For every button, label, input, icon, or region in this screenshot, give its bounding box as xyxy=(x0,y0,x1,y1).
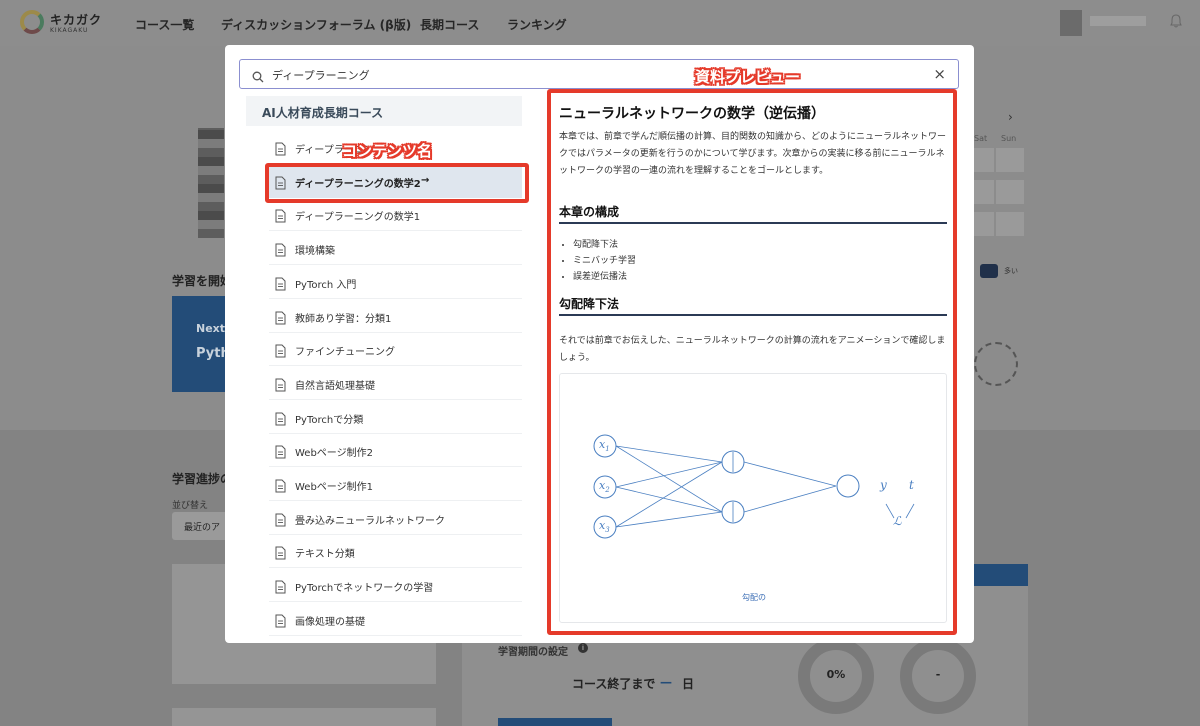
document-icon xyxy=(275,208,286,223)
content-item-label: 畳み込みニューラルネットワーク xyxy=(295,515,445,527)
document-icon xyxy=(275,141,286,156)
content-list-item[interactable]: 自然言語処理基礎 xyxy=(269,367,522,400)
calendar-next-icon[interactable]: › xyxy=(1008,110,1013,124)
progress-heading: 学習進捗の xyxy=(172,472,233,486)
study-period-label: 学習期間の設定 xyxy=(498,647,568,658)
content-item-label: PyTorchでネットワークの学習 xyxy=(295,583,434,595)
course-end-days: — xyxy=(660,675,672,689)
content-item-label: テキスト分類 xyxy=(295,549,355,561)
info-icon[interactable]: i xyxy=(578,643,588,653)
search-bar[interactable]: ディープラーニング × xyxy=(239,59,959,89)
course-thumbnail[interactable] xyxy=(172,708,436,726)
document-icon xyxy=(275,613,286,628)
progress-ring-value: 0% xyxy=(826,668,846,681)
document-icon xyxy=(275,444,286,459)
study-settings-header xyxy=(974,564,1028,586)
document-icon xyxy=(275,579,286,594)
top-bar: キカガク KIKAGAKU コース一覧 ディスカッションフォーラム (β版) 長… xyxy=(0,0,1200,46)
content-item-label: PyTorch 入門 xyxy=(295,279,357,291)
day-of-week: Sat xyxy=(974,134,988,143)
profile-avatar xyxy=(198,128,224,238)
content-item-label: PyTorchで分類 xyxy=(295,414,364,426)
content-item-label: 画像処理の基礎 xyxy=(295,616,365,628)
document-icon xyxy=(275,343,286,358)
preview-highlight xyxy=(547,89,957,635)
document-icon xyxy=(275,310,286,324)
content-item-label: 環境構築 xyxy=(295,246,335,258)
legend-more-label: 多い xyxy=(1004,267,1018,275)
document-icon xyxy=(275,478,286,493)
logo-text[interactable]: キカガク xyxy=(50,11,102,28)
content-item-label: ディープラーニングの数学1 xyxy=(295,212,421,224)
sort-select[interactable]: 最近のア xyxy=(172,512,230,540)
start-heading: 学習を開始 xyxy=(172,274,233,288)
user-avatar[interactable] xyxy=(1060,10,1082,36)
content-list-item[interactable]: ディープラーニングの数学1 xyxy=(269,198,522,232)
content-item-label: ファインチューニング xyxy=(295,347,395,359)
document-icon xyxy=(275,377,286,392)
user-name[interactable] xyxy=(1090,16,1146,26)
document-icon xyxy=(275,411,286,426)
content-item-label: Webページ制作2 xyxy=(295,448,373,460)
content-item-label: Webページ制作1 xyxy=(295,482,373,493)
content-name-annotation: コンテンツ名 xyxy=(342,142,433,160)
document-icon xyxy=(275,242,286,257)
course-end-label: コース終了まで xyxy=(572,677,656,691)
calendar-cell xyxy=(996,148,1024,172)
settings-button[interactable] xyxy=(498,718,612,726)
nav-course-list[interactable]: コース一覧 xyxy=(135,16,194,33)
course-group-header: AI人材育成長期コース xyxy=(246,96,522,126)
content-list-item[interactable]: ファインチューニング xyxy=(269,333,522,367)
close-icon[interactable]: × xyxy=(933,65,946,83)
content-item-label: 教師あり学習：分類1 xyxy=(295,313,392,325)
sort-select-value: 最近のア xyxy=(184,523,221,533)
content-list-item[interactable]: 教師あり学習：分類1 xyxy=(269,300,522,333)
calendar-cell xyxy=(996,180,1024,204)
content-list-item[interactable]: PyTorchで分類 xyxy=(269,401,522,434)
content-name-highlight xyxy=(265,163,529,203)
course-end-unit: 日 xyxy=(682,677,695,691)
preview-annotation: 資料プレビュー xyxy=(695,68,801,86)
nav-long-term-course[interactable]: 長期コース xyxy=(420,16,479,33)
content-item-label: 自然言語処理基礎 xyxy=(295,380,375,392)
bell-icon[interactable] xyxy=(1170,14,1182,32)
document-icon xyxy=(275,545,286,560)
calendar-cell xyxy=(996,212,1024,236)
logo-icon[interactable] xyxy=(20,10,44,34)
document-icon xyxy=(275,276,286,291)
day-of-week: Sun xyxy=(1001,134,1017,143)
legend-swatch xyxy=(980,264,998,278)
sort-label: 並び替え xyxy=(172,501,209,511)
document-icon xyxy=(275,512,286,527)
progress-ring-dashed xyxy=(974,342,1018,386)
course-group-title: AI人材育成長期コース xyxy=(262,106,384,120)
content-list-item[interactable]: 環境構築 xyxy=(269,232,522,266)
nav-discussion-forum[interactable]: ディスカッションフォーラム (β版) xyxy=(221,16,411,33)
next-course-card[interactable]: Next: Pyth xyxy=(172,296,230,392)
search-icon xyxy=(252,68,264,83)
content-list-item[interactable]: 畳み込みニューラルネットワーク xyxy=(269,502,522,535)
nav-ranking[interactable]: ランキング xyxy=(507,16,567,33)
content-list-item[interactable]: 画像処理の基礎 xyxy=(269,603,522,636)
progress-ring-value: - xyxy=(935,668,941,681)
content-list-item[interactable]: Webページ制作2 xyxy=(269,434,522,468)
search-input[interactable]: ディープラーニング xyxy=(272,67,370,83)
content-list-item[interactable]: PyTorch 入門 xyxy=(269,266,522,299)
content-list-item[interactable]: Webページ制作1 xyxy=(269,468,522,501)
content-list-item[interactable]: テキスト分類 xyxy=(269,535,522,569)
content-list-item[interactable]: PyTorchでネットワークの学習 xyxy=(269,569,522,603)
logo-subtext: KIKAGAKU xyxy=(50,27,89,34)
